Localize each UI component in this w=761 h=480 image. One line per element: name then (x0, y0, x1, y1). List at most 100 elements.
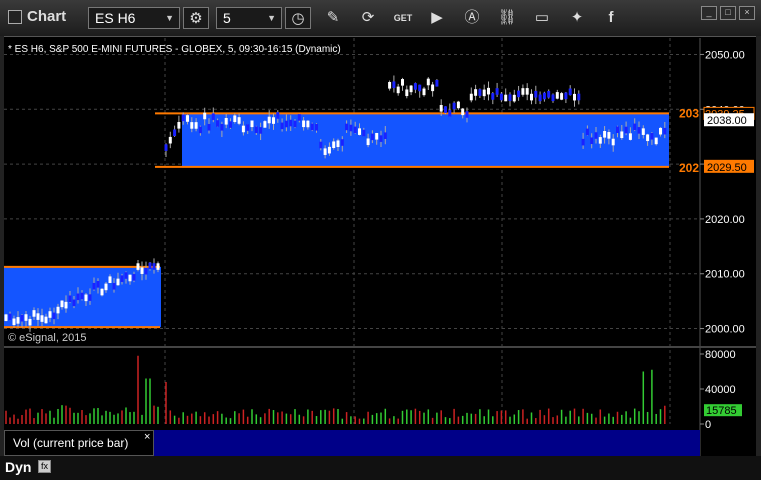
volume-study-name: Vol (current price bar) (13, 436, 129, 450)
candle-body (203, 112, 207, 120)
candle-body (246, 124, 250, 131)
candle-body (120, 275, 124, 282)
candle-body (323, 148, 327, 155)
price-chart[interactable]: * ES H6, S&P 500 E-MINI FUTURES - GLOBEX… (0, 0, 761, 480)
candle-body (241, 125, 245, 133)
candle-body (108, 276, 112, 283)
candle-body (388, 82, 392, 89)
candle-body (375, 132, 379, 140)
candle-body (259, 127, 263, 134)
range-low-label: 2029.50 (707, 162, 747, 174)
candle-body (216, 120, 220, 127)
candle-body (16, 317, 20, 324)
candle-body (280, 122, 284, 130)
candle-body (198, 126, 202, 134)
fx-icon[interactable]: fx (38, 460, 51, 473)
candle-body (422, 88, 426, 96)
candle-body (224, 117, 228, 125)
candle-body (233, 115, 237, 123)
candle-body (366, 138, 370, 146)
candle-body (8, 313, 12, 321)
candle-body (276, 112, 280, 119)
volume-tick-label: 80000 (705, 349, 736, 361)
candle-body (573, 93, 576, 101)
current-price-label: 2038.00 (707, 115, 747, 127)
candle-body (181, 114, 185, 122)
candle-body (598, 137, 602, 144)
candle-body (68, 295, 72, 303)
volume-study-label[interactable]: Vol (current price bar) (4, 430, 154, 456)
candle-body (40, 315, 44, 322)
candle-body (263, 121, 267, 128)
candle-body (637, 127, 641, 134)
candle-body (284, 120, 288, 128)
candle-body (594, 132, 598, 139)
price-tick-label: 2020.00 (705, 214, 745, 226)
candle-body (211, 113, 215, 120)
candle-body (336, 140, 340, 148)
price-axis (700, 38, 756, 424)
pane-separator (4, 346, 756, 348)
candle-body (607, 132, 611, 139)
candle-body (24, 314, 28, 321)
candle-body (633, 123, 637, 131)
candle-body (152, 263, 156, 270)
candle-body (36, 313, 40, 320)
candle-body (542, 92, 546, 100)
candle-body (444, 106, 447, 113)
candle-body (144, 267, 148, 275)
candle-body (164, 144, 168, 151)
candle-body (392, 81, 396, 89)
candle-body (4, 314, 8, 321)
candle-body (659, 127, 662, 135)
candle-body (616, 126, 619, 134)
candle-body (530, 93, 533, 101)
candle-body (628, 133, 632, 140)
candle-body (116, 278, 120, 286)
candle-body (272, 117, 275, 124)
range-low-prefix: 202 (679, 161, 699, 175)
candle-body (581, 138, 585, 146)
candle-body (306, 120, 310, 128)
price-tick-label: 2000.00 (705, 324, 745, 336)
candle-body (52, 312, 56, 320)
candle-body (340, 139, 344, 146)
candle-body (362, 129, 366, 137)
candle-body (439, 105, 443, 112)
candle-body (148, 262, 152, 270)
candle-body (435, 79, 439, 87)
candle-body (92, 282, 96, 290)
chart-title: * ES H6, S&P 500 E-MINI FUTURES - GLOBEX… (8, 44, 341, 55)
candle-body (370, 133, 374, 141)
candle-body (60, 300, 64, 308)
candle-body (250, 120, 254, 128)
candle-body (585, 128, 589, 136)
current-volume-label: 15785 (706, 405, 737, 417)
candle-body (478, 89, 482, 96)
candle-body (112, 282, 116, 290)
candle-body (293, 120, 297, 128)
candle-body (132, 274, 136, 281)
candle-body (124, 272, 128, 279)
candle-body (315, 124, 318, 131)
candle-body (646, 134, 650, 142)
candle-body (379, 135, 383, 142)
candle-body (349, 124, 353, 132)
candle-body (508, 94, 512, 101)
candle-body (327, 146, 331, 154)
candle-body (512, 94, 516, 102)
candle-body (156, 263, 160, 270)
candle-body (499, 93, 503, 101)
candle-body (538, 94, 542, 102)
dynamic-button[interactable]: Dyn (5, 459, 31, 475)
candle-body (469, 93, 473, 101)
candle-body (289, 119, 293, 127)
price-tick-label: 2010.00 (705, 269, 745, 281)
candle-body (128, 274, 132, 282)
close-icon[interactable]: × (144, 431, 150, 443)
candle-body (590, 137, 594, 145)
candle-body (358, 128, 361, 135)
bottom-bar (0, 456, 761, 480)
candle-body (474, 89, 478, 96)
candle-body (345, 123, 349, 131)
